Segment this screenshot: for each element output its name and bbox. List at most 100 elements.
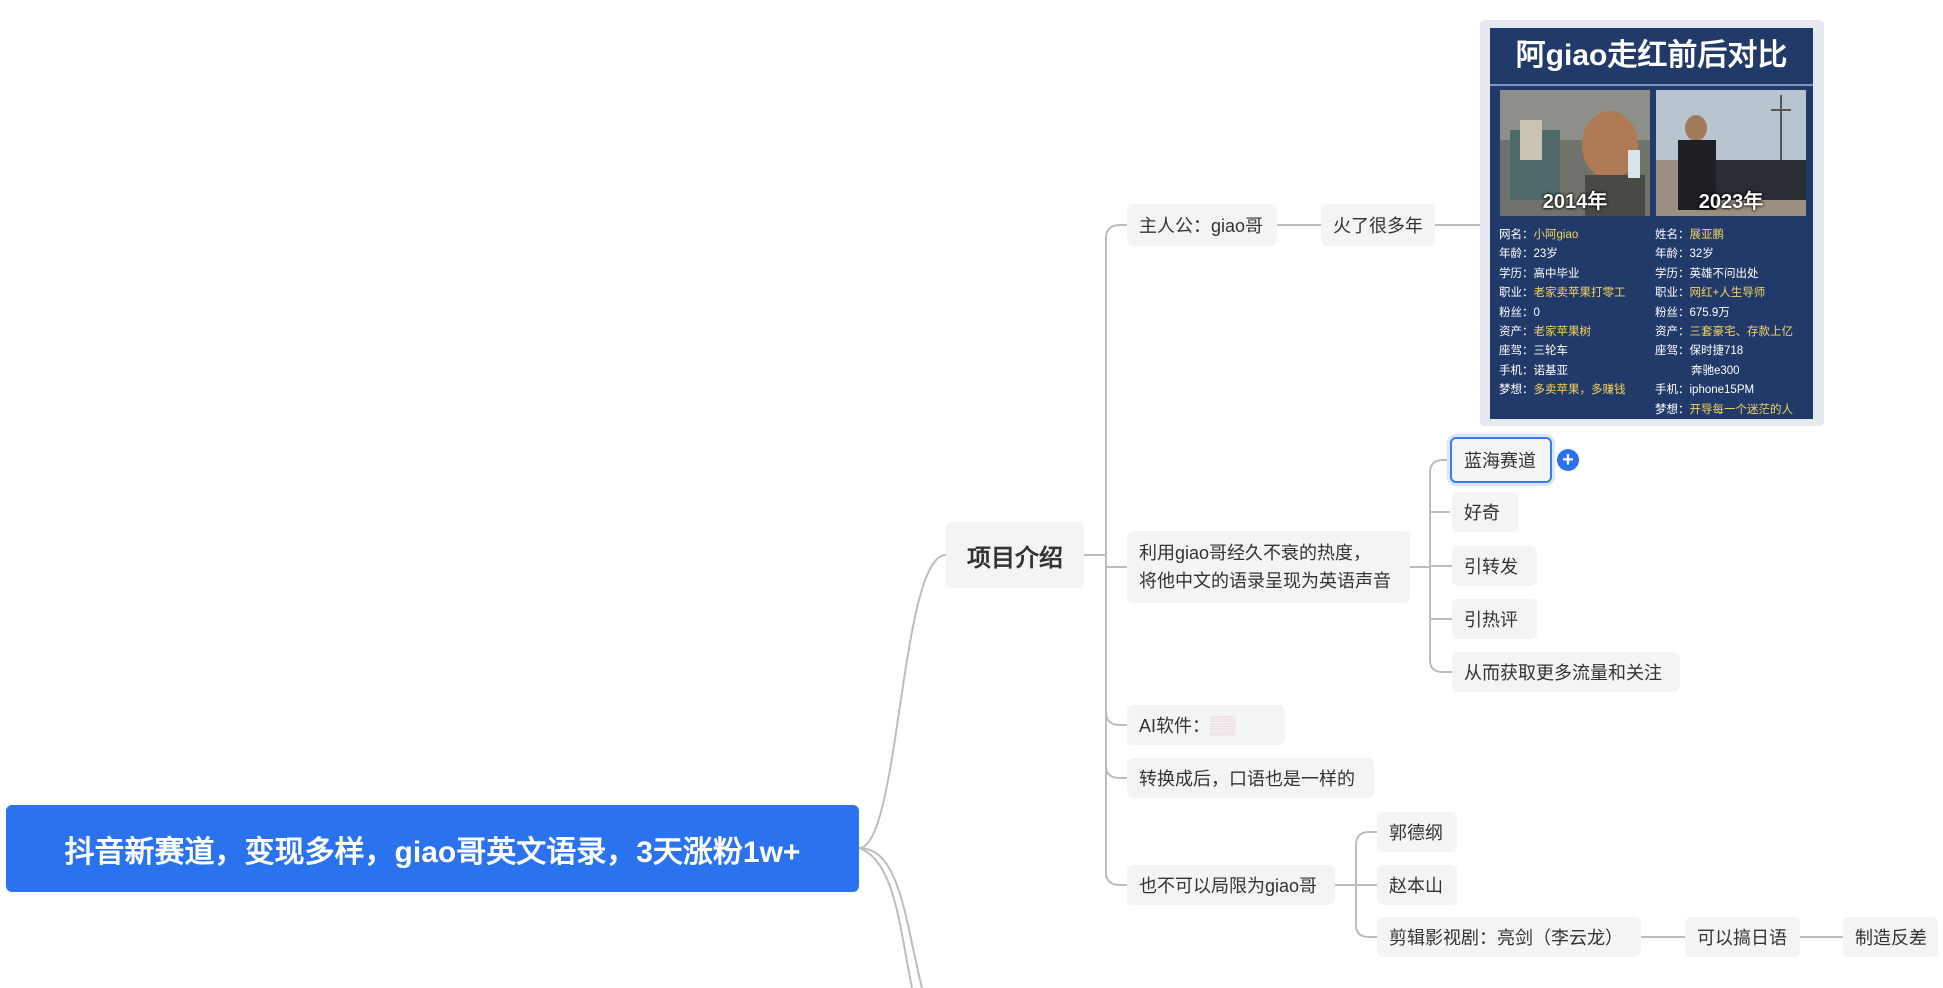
poster-info-row: 座驾：保时捷718 <box>1655 342 1810 361</box>
node-project-idea-line1: 利用giao哥经久不衰的热度， <box>1139 543 1372 563</box>
poster-info-value: 诺基亚 <box>1533 364 1569 377</box>
node-edit-tv-drama-label: 剪辑影视剧：亮剑（李云龙） <box>1389 928 1623 948</box>
root-node[interactable]: 抖音新赛道，变现多样，giao哥英文语录，3天涨粉1w+ <box>6 805 859 892</box>
poster-info-value: 高中毕业 <box>1533 267 1580 280</box>
add-node-button[interactable]: + <box>1557 449 1579 471</box>
node-edit-tv-drama[interactable]: 剪辑影视剧：亮剑（李云龙） <box>1377 917 1641 957</box>
poster-info-value: 开导每一个迷茫的人 <box>1689 403 1794 416</box>
poster-info-value: 三套豪宅、存款上亿 <box>1689 326 1794 339</box>
node-drive-comments[interactable]: 引热评 <box>1452 599 1537 639</box>
poster-info-value: 奔驰e300 <box>1691 364 1740 377</box>
node-drive-shares-label: 引转发 <box>1464 557 1518 577</box>
poster-info-key: 资产： <box>1499 326 1534 339</box>
poster-info-row: 手机：iphone15PM <box>1655 381 1810 400</box>
node-curiosity-label: 好奇 <box>1464 503 1500 523</box>
poster-info-value: 675.9万 <box>1689 306 1730 319</box>
poster-info-value: 展亚鹏 <box>1689 229 1725 241</box>
node-ai-software-label: AI软件： <box>1139 716 1211 736</box>
node-not-limited[interactable]: 也不可以局限为giao哥 <box>1127 865 1335 905</box>
node-project-intro[interactable]: 项目介绍 <box>946 522 1084 588</box>
photo-2023: 2023年 <box>1656 90 1806 216</box>
node-japanese-label: 可以搞日语 <box>1697 928 1787 948</box>
poster-info-row: 资产：老家苹果树 <box>1499 323 1649 342</box>
poster-info-value: 老家卖苹果打零工 <box>1533 287 1626 300</box>
poster-info-value: iphone15PM <box>1689 384 1755 397</box>
node-create-contrast-label: 制造反差 <box>1855 928 1927 948</box>
poster-info-key: 座驾： <box>1655 345 1690 358</box>
node-popular-for-years-label: 火了很多年 <box>1333 216 1423 236</box>
node-protagonist-label: 主人公：giao哥 <box>1139 216 1264 236</box>
poster-info-value: 网红+人生导师 <box>1689 287 1766 300</box>
poster-info-row: 姓名：展亚鹏 <box>1655 226 1810 245</box>
poster-info-key: 年龄： <box>1499 248 1534 261</box>
poster-title: 阿giao走红前后对比 <box>1490 28 1813 86</box>
node-blue-ocean-label: 蓝海赛道 <box>1464 451 1536 471</box>
poster-info-value: 32岁 <box>1689 248 1714 261</box>
node-more-traffic[interactable]: 从而获取更多流量和关注 <box>1452 652 1680 692</box>
poster-info-row: 奔驰e300 <box>1655 362 1810 381</box>
node-popular-for-years[interactable]: 火了很多年 <box>1321 204 1435 246</box>
node-japanese[interactable]: 可以搞日语 <box>1685 917 1800 957</box>
poster-info-value: 三轮车 <box>1533 345 1569 358</box>
poster-info-value: 0 <box>1533 306 1540 319</box>
node-drive-shares[interactable]: 引转发 <box>1452 546 1537 586</box>
poster-info-key: 网名： <box>1499 229 1534 241</box>
mindmap-canvas[interactable]: 抖音新赛道，变现多样，giao哥英文语录，3天涨粉1w+ 项目介绍 主人公：gi… <box>0 0 1943 988</box>
year-2014-label: 2014年 <box>1542 191 1608 213</box>
photo-2014: 2014年 <box>1500 90 1650 216</box>
poster-info-row: 年龄：32岁 <box>1655 245 1810 264</box>
poster-info-row: 学历：英雄不问出处 <box>1655 265 1810 284</box>
poster-info-value: 保时捷718 <box>1689 345 1744 358</box>
poster-info-key: 年龄： <box>1655 248 1690 261</box>
poster-info-key: 粉丝： <box>1655 306 1690 319</box>
poster-info-row: 座驾：三轮车 <box>1499 342 1649 361</box>
poster-info-value: 小阿giao <box>1533 229 1579 241</box>
node-more-traffic-label: 从而获取更多流量和关注 <box>1464 663 1662 683</box>
poster-info-row: 网名：小阿giao <box>1499 226 1649 245</box>
node-after-conversion-label: 转换成后，口语也是一样的 <box>1139 769 1355 789</box>
poster-info-2023: 姓名：展亚鹏 年龄：32岁 学历：英雄不问出处 职业：网红+人生导师 粉丝：675.9万… <box>1655 226 1810 419</box>
node-curiosity[interactable]: 好奇 <box>1452 492 1518 532</box>
node-project-intro-label: 项目介绍 <box>967 544 1063 572</box>
poster-info-key <box>1655 365 1691 377</box>
poster-info-value: 多卖苹果，多赚钱 <box>1533 384 1626 397</box>
poster-info-key: 资产： <box>1655 326 1690 339</box>
poster-info-row: 粉丝：0 <box>1499 304 1649 323</box>
poster-info-row: 年龄：23岁 <box>1499 245 1649 264</box>
poster-info-row: 手机：诺基亚 <box>1499 362 1649 381</box>
poster-info-key: 梦想： <box>1655 403 1690 416</box>
node-ai-software[interactable]: AI软件： ▒▒ <box>1127 705 1285 745</box>
node-ai-software-value: ▒▒ <box>1210 714 1236 735</box>
node-zhao-benshan-label: 赵本山 <box>1389 876 1443 896</box>
poster-info-key: 姓名： <box>1655 229 1690 241</box>
node-after-conversion[interactable]: 转换成后，口语也是一样的 <box>1127 758 1374 798</box>
poster-info-key: 职业： <box>1655 287 1690 300</box>
node-blue-ocean[interactable]: 蓝海赛道 <box>1450 437 1552 483</box>
poster-info-row: 学历：高中毕业 <box>1499 265 1649 284</box>
year-2023-label: 2023年 <box>1698 191 1764 213</box>
poster-info-row: 粉丝：675.9万 <box>1655 304 1810 323</box>
poster-info-key: 梦想： <box>1499 384 1534 397</box>
poster-info-key: 手机： <box>1499 364 1534 377</box>
poster-info-2014: 网名：小阿giao 年龄：23岁 学历：高中毕业 职业：老家卖苹果打零工 粉丝：0 资产：… <box>1499 226 1649 401</box>
node-zhao-benshan[interactable]: 赵本山 <box>1377 865 1457 905</box>
root-node-label: 抖音新赛道，变现多样，giao哥英文语录，3天涨粉1w+ <box>64 835 801 869</box>
poster-info-row: 资产：三套豪宅、存款上亿 <box>1655 323 1810 342</box>
poster-info-key: 学历： <box>1655 267 1690 280</box>
poster-info-value: 老家苹果树 <box>1533 326 1592 339</box>
poster-info-key: 职业： <box>1499 287 1534 300</box>
node-not-limited-label: 也不可以局限为giao哥 <box>1139 876 1318 896</box>
poster-info-key: 学历： <box>1499 267 1534 280</box>
poster-info-row: 职业：老家卖苹果打零工 <box>1499 284 1649 303</box>
node-project-idea-line2: 将他中文的语录呈现为英语声音 <box>1139 571 1391 591</box>
poster-info-value: 英雄不问出处 <box>1689 267 1759 280</box>
node-create-contrast[interactable]: 制造反差 <box>1843 917 1938 957</box>
node-guo-degang[interactable]: 郭德纲 <box>1377 812 1457 852</box>
node-project-idea[interactable]: 利用giao哥经久不衰的热度， 将他中文的语录呈现为英语声音 <box>1127 531 1410 603</box>
node-protagonist[interactable]: 主人公：giao哥 <box>1127 204 1277 246</box>
poster-info-key: 手机： <box>1655 384 1690 397</box>
node-guo-degang-label: 郭德纲 <box>1389 823 1443 843</box>
poster-info-row: 职业：网红+人生导师 <box>1655 284 1810 303</box>
poster-info-key: 粉丝： <box>1499 306 1534 319</box>
plus-icon: + <box>1562 449 1574 471</box>
